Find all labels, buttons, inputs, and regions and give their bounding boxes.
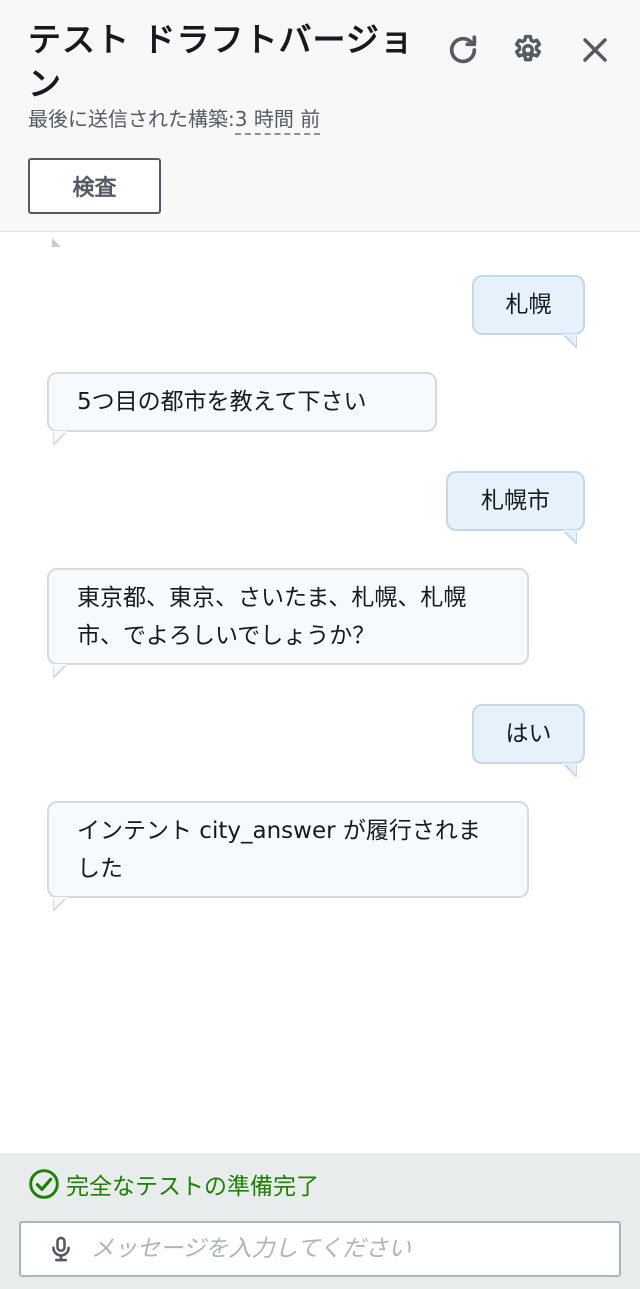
last-built-label: 最後に送信された構築: (28, 107, 235, 131)
bot-message: インテント city_answer が履行されました (47, 801, 529, 911)
inspect-button[interactable]: 検査 (28, 158, 161, 214)
bubble-tail (563, 334, 577, 348)
message-text: 札幌 (505, 292, 552, 318)
refresh-icon[interactable] (443, 30, 483, 70)
message-text: 5つ目の都市を教えて下さい (77, 389, 367, 415)
bubble-tail (53, 664, 67, 678)
user-message: はい (472, 704, 585, 777)
bubble-tail (563, 530, 577, 544)
message-text: インテント city_answer が履行されました (77, 818, 481, 882)
bubble-tail (52, 238, 61, 247)
message-text: 札幌市 (481, 488, 550, 514)
message-input[interactable] (89, 1235, 593, 1263)
gear-icon[interactable] (508, 30, 548, 70)
status-text: 完全なテストの準備完了 (66, 1174, 319, 1200)
chat-window[interactable]: 札幌 5つ目の都市を教えて下さい 札幌市 東京都、東京、さいたま、札幌、札幌市、… (0, 233, 640, 1153)
chat-header: テスト ドラフトバージョン 最後に送信された構築:3 時間 前 検査 (0, 0, 640, 232)
user-message: 札幌市 (446, 471, 585, 544)
message-text: 東京都、東京、さいたま、札幌、札幌市、でよろしいでしょうか？ (77, 585, 467, 649)
chat-footer: 完全なテストの準備完了 (0, 1153, 640, 1289)
last-built-time[interactable]: 3 時間 前 (234, 107, 321, 135)
last-built-info: 最後に送信された構築:3 時間 前 (28, 104, 321, 135)
user-message: 札幌 (472, 275, 585, 348)
page-title: テスト ドラフトバージョン (28, 20, 414, 103)
bubble-tail (53, 897, 67, 911)
bot-message: 東京都、東京、さいたま、札幌、札幌市、でよろしいでしょうか？ (47, 568, 529, 678)
message-text: はい (505, 721, 552, 747)
bot-message: 5つ目の都市を教えて下さい (47, 372, 437, 445)
bubble-tail (53, 431, 67, 445)
microphone-icon[interactable] (41, 1229, 81, 1269)
message-input-container[interactable] (19, 1221, 621, 1277)
close-icon[interactable] (575, 30, 615, 70)
status-badge: 完全なテストの準備完了 (28, 1167, 319, 1201)
check-circle-icon (29, 1169, 59, 1199)
bubble-tail (563, 763, 577, 777)
